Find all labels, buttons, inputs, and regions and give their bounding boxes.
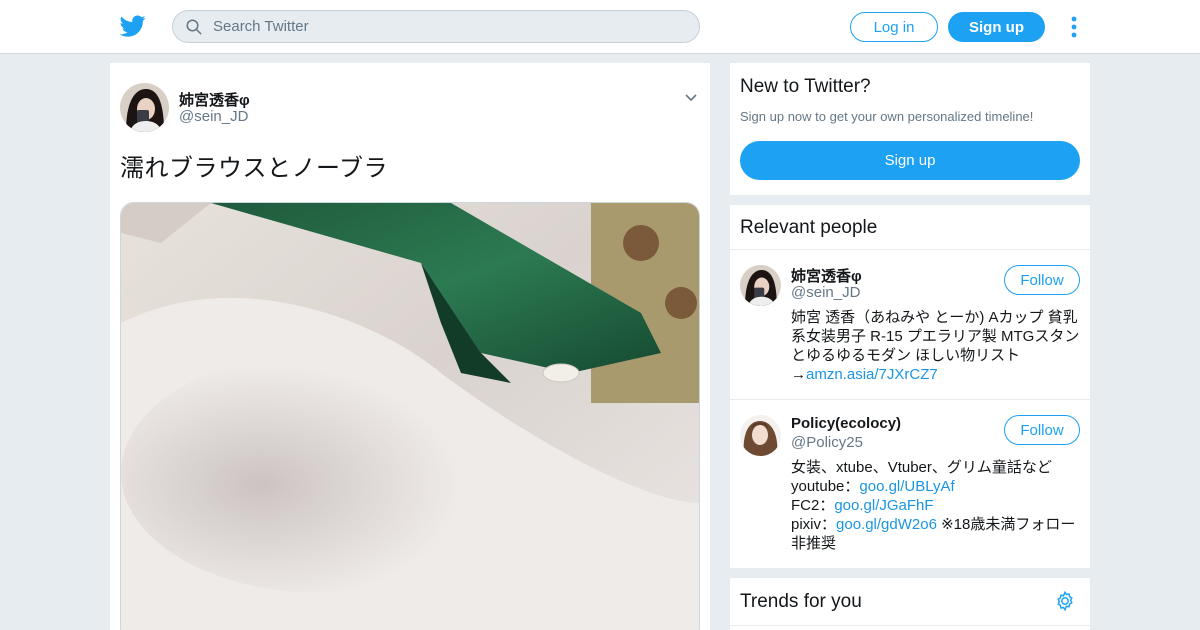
new-to-twitter-card: New to Twitter? Sign up now to get your …	[730, 63, 1090, 195]
bio-line: 女装、xtube、Vtuber、グリム童話など	[791, 459, 1052, 476]
bio-link[interactable]: goo.gl/gdW2o6	[836, 516, 937, 533]
tweet-photo[interactable]	[120, 202, 700, 630]
author-name[interactable]: 姉宮透香φ	[179, 89, 250, 110]
card-title: Trends for you	[740, 591, 862, 612]
trends-card: Trends for you	[730, 578, 1090, 630]
bio-link[interactable]: goo.gl/JGaFhF	[834, 497, 933, 514]
card-title: Relevant people	[740, 217, 878, 238]
person-name[interactable]: 姉宮透香φ	[791, 265, 862, 286]
follow-button[interactable]: Follow	[1004, 265, 1080, 295]
bio-line: pixiv：goo.gl/gdW2o6 ※18歳未満フォロー非推奨	[791, 515, 1083, 553]
search-box[interactable]	[172, 10, 700, 43]
sidebar-signup-button[interactable]: Sign up	[740, 141, 1080, 180]
follow-button[interactable]: Follow	[1004, 415, 1080, 445]
person-name[interactable]: Policy(ecolocy)	[791, 415, 901, 432]
twitter-bird-icon[interactable]	[120, 13, 146, 39]
relevant-people-card: Relevant people 姉宮透香φ @sein_JD Follow 姉宮…	[730, 205, 1090, 568]
card-subtitle: Sign up now to get your own personalized…	[740, 109, 1034, 124]
person-bio: 姉宮 透香（あねみや とーか) Aカップ 貧乳系女装男子 R-15 プエラリア製…	[791, 308, 1083, 384]
bio-line: FC2：goo.gl/JGaFhF	[791, 496, 1083, 515]
gear-icon[interactable]	[1054, 590, 1076, 612]
divider	[730, 249, 1090, 250]
tweet-text: 濡れブラウスとノーブラ	[120, 155, 389, 182]
person-bio: 女装、xtube、Vtuber、グリム童話など youtube：goo.gl/U…	[791, 458, 1083, 553]
card-title: New to Twitter?	[740, 76, 871, 97]
chevron-down-icon[interactable]	[684, 91, 698, 105]
divider	[730, 399, 1090, 400]
bio-link[interactable]: goo.gl/UBLyAf	[859, 478, 954, 495]
person-handle[interactable]: @sein_JD	[791, 284, 860, 301]
author-avatar[interactable]	[120, 83, 169, 132]
avatar[interactable]	[740, 265, 781, 306]
bio-link[interactable]: amzn.asia/7JXrCZ7	[806, 366, 938, 383]
divider	[730, 625, 1090, 626]
bio-label: youtube：	[791, 478, 860, 495]
signup-button[interactable]: Sign up	[948, 12, 1045, 42]
login-button[interactable]: Log in	[850, 12, 938, 42]
more-vertical-icon[interactable]	[1066, 14, 1082, 40]
person-handle[interactable]: @Policy25	[791, 434, 863, 451]
bio-line: youtube：goo.gl/UBLyAf	[791, 477, 1083, 496]
bio-label: pixiv：	[791, 516, 837, 533]
avatar[interactable]	[740, 415, 781, 456]
author-handle[interactable]: @sein_JD	[179, 108, 248, 125]
search-input[interactable]	[213, 11, 683, 42]
top-navigation-bar: Log in Sign up	[0, 0, 1200, 54]
bio-label: FC2：	[791, 497, 835, 514]
tweet-card: 姉宮透香φ @sein_JD 濡れブラウスとノーブラ	[110, 63, 710, 630]
search-icon	[186, 19, 202, 35]
